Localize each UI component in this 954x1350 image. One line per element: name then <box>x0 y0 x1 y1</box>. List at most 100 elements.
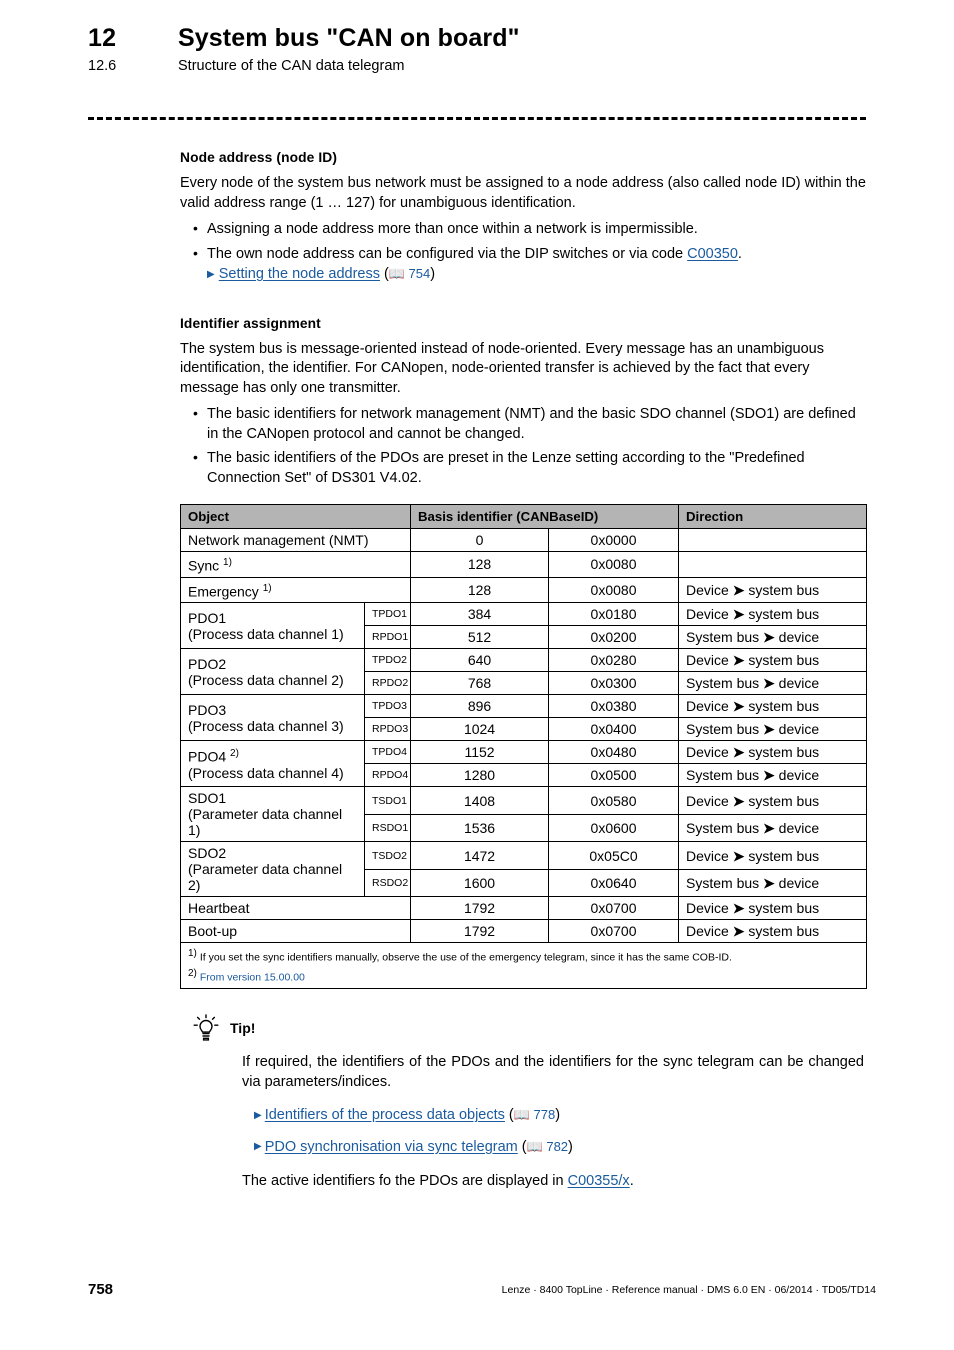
cell-basis-identifier-dec: 1536 <box>410 813 550 843</box>
table-footnote-row: 1) If you set the sync identifiers manua… <box>179 942 868 990</box>
link-identifiers-process-data-objects[interactable]: Identifiers of the process data objects <box>265 1107 505 1123</box>
arrow-right-icon: ➤ <box>732 900 745 917</box>
table-row: Sync 1) 128 0x0080 <box>179 551 868 578</box>
cell-basis-identifier-dec: 128 <box>410 551 550 578</box>
cell-basis-identifier-hex: 0x0380 <box>548 694 680 719</box>
cell-basis-identifier-hex: 0x0640 <box>548 868 680 898</box>
bullet-text-prefix: The own node address can be configured v… <box>207 245 688 262</box>
cell-basis-identifier-dec: 1280 <box>410 763 550 788</box>
cell-basis-identifier-dec: 384 <box>410 602 550 627</box>
section-number: 12.6 <box>88 58 117 74</box>
list-item: The own node address can be configured v… <box>180 244 866 285</box>
book-icon: 📖 <box>388 266 405 281</box>
table-row: PDO4 2) (Process data channel 4) TPDO4 1152… <box>180 740 868 788</box>
bullet-text-mid: . <box>737 245 742 262</box>
cell-object: PDO1 (Process data channel 1) <box>180 602 365 650</box>
bullet-text: The basic identifiers of the PDOs are pr… <box>207 450 805 486</box>
tip-label: Tip! <box>230 1020 256 1037</box>
arrow-right-icon: ➤ <box>763 675 775 692</box>
cell-direction: System bus ➤ device <box>678 868 868 898</box>
section-title: Structure of the CAN data telegram <box>178 58 405 74</box>
cell-basis-identifier-hex: 0x0000 <box>548 528 680 552</box>
cell-direction: Device ➤ system bus <box>678 841 868 870</box>
cell-basis-identifier-dec: 1792 <box>410 896 550 921</box>
cell-basis-identifier-dec: 512 <box>410 625 550 650</box>
cell-object-subtype: TPDO3 <box>363 694 412 719</box>
table-row: PDO2 (Process data channel 2) TPDO2 640 0x02… <box>180 648 868 696</box>
table-row: PDO1 (Process data channel 1) TPDO1 384 0x01… <box>180 602 868 650</box>
cell-basis-identifier-dec: 768 <box>410 671 550 696</box>
cell-basis-identifier-dec: 1408 <box>410 786 550 815</box>
cell-object-subtype: RPDO2 <box>363 671 412 696</box>
cell-basis-identifier-dec: 1152 <box>410 740 550 765</box>
arrow-right-icon: ➤ <box>763 721 775 738</box>
cell-basis-identifier-dec: 1792 <box>410 919 550 944</box>
cell-basis-identifier-hex: 0x0500 <box>548 763 680 788</box>
cell-direction: Device ➤ system bus <box>678 786 868 815</box>
cell-direction: Device ➤ system bus <box>678 648 868 673</box>
bullet-text: The basic identifiers for network manage… <box>207 406 856 442</box>
table-row: SDO1 (Parameter data channel 1) TSDO1 1408 0… <box>180 786 868 843</box>
arrow-right-icon: ➤ <box>763 629 775 646</box>
cell-object-subtype: TPDO1 <box>363 602 412 627</box>
link-pdo-synchronisation-sync-telegram[interactable]: PDO synchronisation via sync telegram <box>265 1139 518 1155</box>
table-header-row: Object Basis identifier (CANBaseID) Dire… <box>179 504 868 529</box>
cell-object: SDO2 (Parameter data channel 2) <box>180 841 365 898</box>
link-code-c00355x[interactable]: C00355/x <box>568 1173 630 1189</box>
tip-closing-prefix: The active identifiers fo the PDOs are d… <box>242 1173 568 1190</box>
table-footnotes: 1) If you set the sync identifiers manua… <box>179 942 868 990</box>
arrow-right-icon: ➤ <box>763 767 775 784</box>
cross-reference-setting-node-address[interactable]: ▶ Setting the node address <box>207 266 380 282</box>
cell-object: Emergency 1) <box>179 576 412 604</box>
cell-basis-identifier-dec: 1472 <box>410 841 550 870</box>
cell-basis-identifier-hex: 0x0700 <box>548 919 680 944</box>
footer-page-number: 758 <box>88 1281 114 1298</box>
cell-object-subtype: TSDO1 <box>363 786 412 815</box>
cell-direction: Device ➤ system bus <box>678 602 868 627</box>
list-item: Assigning a node address more than once … <box>180 219 866 240</box>
cell-direction: Device ➤ system bus <box>678 694 868 719</box>
footnote-marker: 2) <box>230 748 239 760</box>
cell-object: Sync 1) <box>179 551 412 578</box>
link-code-c00350[interactable]: C00350 <box>687 246 738 262</box>
cell-basis-identifier-dec: 1024 <box>410 717 550 742</box>
bullet-list-node-address: Assigning a node address more than once … <box>180 219 866 285</box>
tip-paragraph: If required, the identifiers of the PDOs… <box>242 1054 864 1090</box>
arrow-right-icon: ➤ <box>763 875 775 892</box>
page-reference: (📖 782) <box>517 1138 573 1155</box>
cell-basis-identifier-hex: 0x0400 <box>548 717 680 742</box>
header-divider <box>88 117 866 120</box>
can-identifier-table: Object Basis identifier (CANBaseID) Dire… <box>179 504 868 990</box>
chapter-line: 12 System bus "CAN on board" <box>88 24 878 53</box>
triangle-right-icon: ▶ <box>254 1109 262 1121</box>
heading-node-address: Node address (node ID) <box>180 150 338 165</box>
table-row: Network management (NMT) 0 0x0000 <box>179 528 868 552</box>
table-body: Network management (NMT) 0 0x0000 Sync 1) 1… <box>179 528 868 944</box>
footnote-2-marker: 2) <box>188 967 197 979</box>
chapter-number: 12 <box>88 24 117 52</box>
triangle-right-icon: ▶ <box>207 269 215 280</box>
page-reference: (📖 778) <box>504 1107 561 1124</box>
tip-body: If required, the identifiers of the PDOs… <box>242 1053 864 1192</box>
column-header-basis-identifier: Basis identifier (CANBaseID) <box>410 504 680 529</box>
cell-object-subtype: RPDO1 <box>363 625 412 650</box>
cell-object: Boot-up <box>179 919 412 944</box>
list-item: The basic identifiers for network manage… <box>180 404 866 444</box>
paragraph-identifier-assignment: The system bus is message-oriented inste… <box>180 340 824 396</box>
cell-object-subtype: TPDO4 <box>363 740 412 765</box>
cell-basis-identifier-dec: 0 <box>410 528 550 552</box>
triangle-right-icon: ▶ <box>254 1141 262 1153</box>
document-page: 12 System bus "CAN on board" 12.6 Struct… <box>0 0 954 1350</box>
book-icon: 📖 <box>526 1138 543 1154</box>
cell-object-subtype: TSDO2 <box>363 841 412 870</box>
cell-object-subtype: TPDO2 <box>363 648 412 673</box>
cell-object-subtype: RPDO3 <box>363 717 412 742</box>
table-row: SDO2 (Parameter data channel 2) TSDO2 1472 0… <box>180 841 868 898</box>
cell-direction: Device ➤ system bus <box>678 740 868 765</box>
arrow-right-icon: ➤ <box>732 744 745 761</box>
page-header: 12 System bus "CAN on board" 12.6 Struct… <box>88 24 878 74</box>
link-setting-the-node-address[interactable]: Setting the node address <box>219 266 380 282</box>
cell-object: PDO4 2) (Process data channel 4) <box>180 740 365 788</box>
footnote-1: 1) If you set the sync identifiers manua… <box>188 946 859 966</box>
cell-direction: System bus ➤ device <box>678 813 868 843</box>
